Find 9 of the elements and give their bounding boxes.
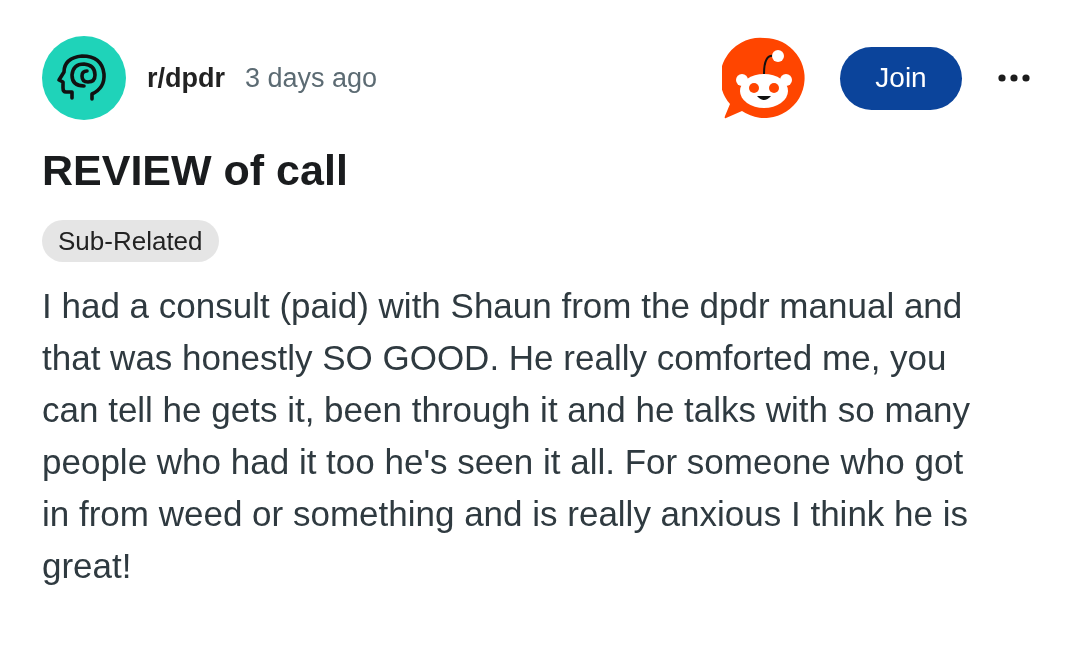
- more-options-icon[interactable]: [998, 74, 1030, 82]
- community-avatar-icon[interactable]: [42, 36, 126, 120]
- post-flair: Sub-Related: [42, 220, 219, 262]
- mascot-chat-icon: [722, 36, 806, 120]
- post-time: 3 days ago: [245, 62, 378, 94]
- subreddit-name[interactable]: r/dpdr: [147, 62, 225, 94]
- post-body: I had a consult (paid) with Shaun from the dpdr manual and that was honestly SO GOOD. He really comforted me, you can tell he gets it, been through it and he talks with so many people who had it too he's seen it all. For someone who got in from weed or something and is really anxious I think he is great!: [42, 285, 972, 587]
- post-title: REVIEW of call: [42, 145, 348, 196]
- join-button[interactable]: Join: [840, 46, 962, 110]
